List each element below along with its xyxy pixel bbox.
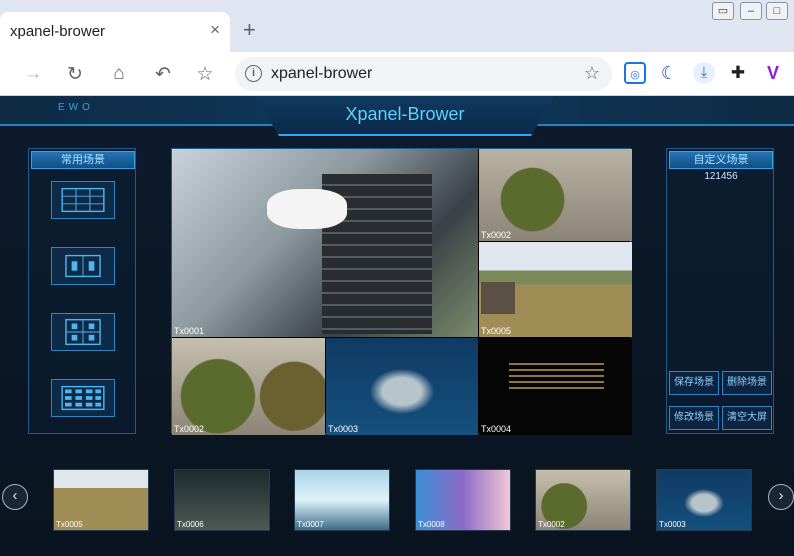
moon-icon[interactable]: ☾ (658, 62, 680, 84)
bookmark-star-icon[interactable]: ☆ (584, 63, 600, 84)
video-cell-label: Tx0002 (481, 230, 512, 240)
browser-toolbar: → ↻ ⌂ ↶ ☆ i xpanel-brower ☆ ◎ ☾ ⤓ ✚ V (0, 52, 794, 96)
thumbnail-label: Tx0008 (418, 520, 445, 529)
bookmark-star-icon[interactable]: ☆ (194, 63, 216, 86)
gloved-hand (267, 189, 347, 229)
video-wall[interactable]: Tx0001 Tx0002 Tx0005 Tx0002 Tx0003 Tx000… (171, 148, 632, 435)
tab-title: xpanel-brower (10, 23, 106, 40)
minimize-icon[interactable]: – (740, 2, 762, 20)
thumbnail[interactable]: Tx0008 (415, 469, 511, 531)
site-info-icon[interactable]: i (245, 65, 262, 82)
video-cell[interactable]: Tx0001 (172, 149, 478, 337)
video-cell[interactable]: Tx0004 (479, 338, 632, 435)
video-cell[interactable]: Tx0002 (172, 338, 325, 435)
video-cell-label: Tx0003 (328, 424, 359, 434)
thumbnail[interactable]: Tx0002 (535, 469, 631, 531)
app-logo: EWO (58, 102, 94, 113)
thumbnail[interactable]: Tx0007 (294, 469, 390, 531)
thumbnail-label: Tx0003 (659, 520, 686, 529)
home-icon[interactable]: ⌂ (108, 63, 130, 85)
undo-icon[interactable]: ↶ (152, 63, 174, 86)
thumbnail-label: Tx0005 (56, 520, 83, 529)
xpanel-app: EWO Xpanel-Brower 常用场景 Tx0001 Tx0002 Tx0… (0, 96, 794, 556)
layout-1x2-icon (65, 254, 101, 278)
maximize-icon[interactable]: □ (766, 2, 788, 20)
video-cell-label: Tx0005 (481, 326, 512, 336)
url-text: xpanel-brower (271, 65, 373, 82)
layout-preset-2x2[interactable] (51, 313, 115, 351)
grid-4x3-icon (61, 385, 105, 411)
next-arrow-icon[interactable]: › (768, 484, 794, 510)
window-tab-search-icon[interactable]: ▭ (712, 2, 734, 20)
address-bar[interactable]: i xpanel-brower ☆ (235, 57, 612, 91)
video-cell[interactable]: Tx0003 (326, 338, 478, 435)
video-cell[interactable]: Tx0005 (479, 242, 632, 337)
app-title: Xpanel-Brower (345, 104, 465, 124)
prev-arrow-icon[interactable]: ‹ (2, 484, 28, 510)
new-tab-button[interactable]: + (243, 17, 256, 43)
video-cell-label: Tx0001 (174, 326, 205, 336)
title-box: Xpanel-Brower (255, 96, 555, 136)
video-cell[interactable]: Tx0002 (479, 149, 632, 241)
layout-preset-grid-3x3[interactable] (51, 181, 115, 219)
grid-3x3-icon (61, 187, 105, 213)
extensions-icon[interactable]: ✚ (727, 62, 749, 84)
reload-icon[interactable]: ↻ (64, 63, 86, 86)
common-scenes-panel: 常用场景 (28, 148, 136, 434)
browser-tab-bar: xpanel-brower × + ▭ – □ (0, 0, 794, 52)
back-icon[interactable]: → (22, 63, 44, 85)
custom-scenes-panel: 自定义场景 121456 保存场景 删除场景 修改场景 清空大屏 (666, 148, 774, 434)
layout-preset-grid-4x3[interactable] (51, 379, 115, 417)
thumbnail-label: Tx0002 (538, 520, 565, 529)
layout-preset-1x2[interactable] (51, 247, 115, 285)
clear-screen-button[interactable]: 清空大屏 (722, 406, 772, 430)
custom-scenes-header: 自定义场景 (669, 151, 773, 169)
profile-v-icon[interactable]: V (762, 62, 784, 84)
source-thumbnails: ‹ Tx0005 Tx0006 Tx0007 Tx0008 Tx0002 Tx0… (0, 461, 794, 541)
thumbnail[interactable]: Tx0005 (53, 469, 149, 531)
thumbnail-label: Tx0007 (297, 520, 324, 529)
video-cell-label: Tx0004 (481, 424, 512, 434)
custom-scene-item[interactable]: 121456 (667, 171, 775, 182)
browser-tab[interactable]: xpanel-brower × (0, 12, 230, 52)
edit-scene-button[interactable]: 修改场景 (669, 406, 719, 430)
thumbnail-label: Tx0006 (177, 520, 204, 529)
thumbnail[interactable]: Tx0003 (656, 469, 752, 531)
barn-shape (481, 282, 515, 314)
common-scenes-header: 常用场景 (31, 151, 135, 169)
download-icon[interactable]: ⤓ (693, 62, 715, 84)
video-cell-label: Tx0002 (174, 424, 205, 434)
screenshot-icon[interactable]: ◎ (624, 62, 646, 84)
save-scene-button[interactable]: 保存场景 (669, 371, 719, 395)
thumbnail[interactable]: Tx0006 (174, 469, 270, 531)
credits-text-graphic (509, 363, 604, 393)
close-tab-icon[interactable]: × (210, 20, 220, 40)
delete-scene-button[interactable]: 删除场景 (722, 371, 772, 395)
layout-2x2-icon (65, 318, 101, 346)
